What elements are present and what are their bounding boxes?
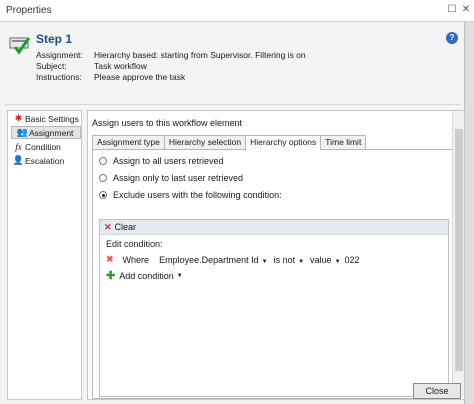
edit-condition-label: Edit condition: — [106, 239, 163, 249]
instructions-label: Instructions: — [36, 72, 82, 82]
tab-hierarchy-options[interactable]: Hierarchy options — [245, 135, 322, 150]
tab-hierarchy-selection[interactable]: Hierarchy selection — [163, 135, 247, 149]
radio-icon[interactable] — [99, 174, 107, 182]
where-label: Where — [122, 254, 150, 265]
option-assign-last[interactable]: Assign only to last user retrieved — [99, 173, 243, 183]
step-title: Step 1 — [36, 32, 73, 46]
value-type-select[interactable]: value ▼ — [310, 255, 340, 265]
sidebar-item-label: Basic Settings — [25, 113, 79, 124]
operator-select[interactable]: is not ▼ — [274, 255, 304, 265]
sidebar-item-label: Escalation — [25, 155, 65, 166]
assignment-label: Assignment: — [36, 50, 83, 60]
escalation-icon: 👤 — [12, 155, 25, 165]
vertical-scrollbar[interactable] — [452, 111, 464, 397]
window-title: Properties — [6, 5, 52, 16]
task-step-icon — [9, 37, 31, 55]
close-icon[interactable]: ✕ — [458, 3, 474, 17]
option-assign-all[interactable]: Assign to all users retrieved — [99, 156, 224, 166]
condition-row: ✖ Where Employee.Department Id ▼ is not ▼ … — [106, 254, 360, 265]
sidebar-item-condition[interactable]: fx Condition — [8, 140, 81, 153]
scrollbar-thumb[interactable] — [455, 129, 463, 371]
radio-selected-icon[interactable] — [99, 191, 107, 199]
properties-window: Step 1 ? Assignment: Hierarchy based: sta… — [0, 22, 465, 404]
main-title: Assign users to this workflow element — [92, 118, 243, 128]
title-bar: Properties ☐ ✕ — [0, 0, 474, 22]
plus-icon: ✚ — [106, 270, 116, 282]
tab-bar: Assignment type Hierarchy selection Hier… — [92, 135, 367, 150]
option-label: Assign to all users retrieved — [113, 156, 224, 166]
condition-toolbar: ✕ Clear — [100, 220, 448, 235]
clear-icon[interactable]: ✕ — [104, 222, 112, 233]
option-label: Assign only to last user retrieved — [113, 173, 244, 183]
sidebar-item-basic-settings[interactable]: ✱ Basic Settings — [8, 112, 81, 125]
sidebar: ✱ Basic Settings 👥 Assignment fx Conditi… — [7, 110, 82, 400]
sidebar-item-assignment[interactable]: 👥 Assignment — [11, 126, 81, 139]
tab-time-limit[interactable]: Time limit — [320, 135, 367, 149]
chevron-down-icon: ▼ — [261, 258, 268, 265]
option-label: Exclude users with the following conditi… — [113, 190, 282, 200]
remove-condition-icon[interactable]: ✖ — [106, 254, 114, 265]
main-panel: Assign users to this workflow element As… — [87, 110, 465, 400]
asterisk-icon: ✱ — [14, 113, 23, 123]
tab-content: Assign to all users retrieved Assign onl… — [92, 149, 454, 399]
divider — [5, 104, 460, 105]
tab-assignment-type[interactable]: Assignment type — [92, 135, 165, 149]
subject-value: Task workflow — [94, 61, 147, 71]
sidebar-item-escalation[interactable]: 👤 Escalation — [8, 154, 81, 167]
radio-icon[interactable] — [99, 157, 107, 165]
subject-label: Subject: — [36, 61, 67, 71]
instructions-value: Please approve the task — [94, 72, 186, 82]
close-button[interactable]: Close — [413, 383, 461, 399]
sidebar-item-label: Condition — [25, 141, 61, 152]
function-icon: fx — [15, 141, 22, 152]
window-scrollbar[interactable] — [465, 22, 474, 404]
chevron-down-icon: ▼ — [334, 258, 341, 265]
add-condition-label: Add condition — [119, 270, 174, 281]
step-info: Assignment: Hierarchy based: starting fro… — [36, 50, 306, 83]
help-icon[interactable]: ? — [446, 32, 458, 44]
value-input[interactable]: 022 — [345, 255, 360, 265]
clear-button[interactable]: Clear — [115, 222, 137, 232]
add-condition-button[interactable]: ✚ Add condition ▼ — [106, 269, 183, 282]
assignment-value: Hierarchy based: starting from Superviso… — [94, 50, 306, 60]
sidebar-item-label: Assignment — [29, 127, 74, 138]
field-select[interactable]: Employee.Department Id ▼ — [159, 255, 268, 265]
chevron-down-icon: ▼ — [176, 272, 183, 279]
chevron-down-icon: ▼ — [298, 258, 305, 265]
option-exclude-users[interactable]: Exclude users with the following conditi… — [99, 190, 282, 200]
users-icon: 👥 — [16, 127, 29, 137]
condition-editor: ✕ Clear Edit condition: ✖ Where Employee… — [99, 219, 449, 397]
